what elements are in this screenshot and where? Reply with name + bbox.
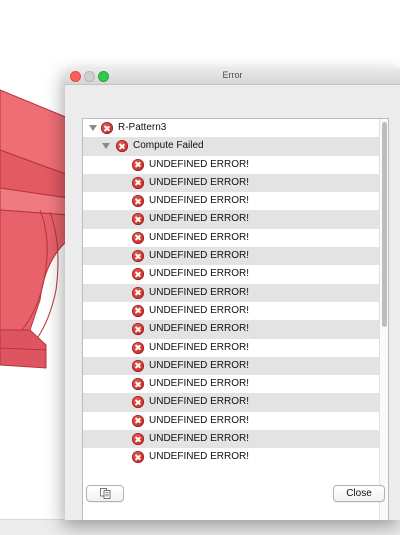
error-item-label: UNDEFINED ERROR! xyxy=(149,359,250,371)
error-icon xyxy=(116,140,128,153)
error-icon xyxy=(132,451,144,464)
error-item-label: UNDEFINED ERROR! xyxy=(149,250,250,262)
error-icon xyxy=(132,414,144,427)
scrollbar-thumb[interactable] xyxy=(382,122,387,327)
error-icon xyxy=(132,396,144,409)
tree-row-error[interactable]: UNDEFINED ERROR! xyxy=(83,393,379,412)
copy-icon xyxy=(100,488,111,499)
window-title: Error xyxy=(222,70,243,80)
tree-row-error[interactable]: UNDEFINED ERROR! xyxy=(83,192,379,210)
vertical-scrollbar[interactable] xyxy=(379,119,388,520)
tree-row-error[interactable]: UNDEFINED ERROR! xyxy=(83,412,379,430)
error-icon xyxy=(132,378,144,391)
error-icon xyxy=(132,323,144,336)
error-icon xyxy=(101,122,113,134)
tree-row-error[interactable]: UNDEFINED ERROR! xyxy=(83,247,379,266)
error-item-label: UNDEFINED ERROR! xyxy=(149,213,250,225)
error-dialog: Error R-Pattern3 Compute Failed UNDEFINE… xyxy=(65,68,400,520)
error-item-label: UNDEFINED ERROR! xyxy=(149,176,250,188)
error-icon xyxy=(132,286,144,299)
error-item-label: UNDEFINED ERROR! xyxy=(149,231,250,243)
tree-row-error[interactable]: UNDEFINED ERROR! xyxy=(83,375,379,393)
tree-row-root[interactable]: R-Pattern3 xyxy=(83,119,379,137)
error-icon xyxy=(132,341,144,354)
tree-row-error[interactable]: UNDEFINED ERROR! xyxy=(83,283,379,302)
error-item-label: UNDEFINED ERROR! xyxy=(149,304,250,316)
error-item-label: UNDEFINED ERROR! xyxy=(149,414,250,426)
error-icon xyxy=(132,231,144,244)
disclosure-triangle-icon[interactable] xyxy=(89,125,97,131)
error-icon xyxy=(132,250,144,263)
dialog-titlebar[interactable]: Error xyxy=(65,68,400,85)
error-item-label: UNDEFINED ERROR! xyxy=(149,286,250,298)
error-item-label: UNDEFINED ERROR! xyxy=(149,396,250,408)
tree-row-error[interactable]: UNDEFINED ERROR! xyxy=(83,229,379,247)
error-icon xyxy=(132,158,144,171)
error-icon xyxy=(132,176,144,189)
error-tree-view[interactable]: R-Pattern3 Compute Failed UNDEFINED ERRO… xyxy=(82,118,389,520)
tree-row-error[interactable]: UNDEFINED ERROR! xyxy=(83,430,379,449)
tree-row-error[interactable]: UNDEFINED ERROR! xyxy=(83,156,379,174)
error-item-label: UNDEFINED ERROR! xyxy=(149,433,250,445)
error-icon xyxy=(132,268,144,281)
tree-row-group[interactable]: Compute Failed xyxy=(83,137,379,156)
tree-row-error[interactable]: UNDEFINED ERROR! xyxy=(83,320,379,339)
error-item-label: UNDEFINED ERROR! xyxy=(149,378,250,390)
tree-row-error[interactable]: UNDEFINED ERROR! xyxy=(83,339,379,357)
error-icon xyxy=(132,195,144,208)
error-item-label: UNDEFINED ERROR! xyxy=(149,451,250,463)
error-icon xyxy=(132,304,144,317)
error-icon xyxy=(132,213,144,226)
error-icon xyxy=(132,433,144,446)
error-item-label: UNDEFINED ERROR! xyxy=(149,341,250,353)
tree-row-error[interactable]: UNDEFINED ERROR! xyxy=(83,356,379,376)
error-item-label: UNDEFINED ERROR! xyxy=(149,195,250,207)
error-item-label: UNDEFINED ERROR! xyxy=(149,268,250,280)
tree-root-label: R-Pattern3 xyxy=(118,122,167,133)
copy-button[interactable] xyxy=(86,485,124,502)
error-item-label: UNDEFINED ERROR! xyxy=(149,158,250,170)
close-button[interactable]: Close xyxy=(333,485,385,502)
tree-row-error[interactable]: UNDEFINED ERROR! xyxy=(83,210,379,229)
tree-row-error[interactable]: UNDEFINED ERROR! xyxy=(83,265,379,283)
tree-row-error[interactable]: UNDEFINED ERROR! xyxy=(83,302,379,320)
error-item-label: UNDEFINED ERROR! xyxy=(149,323,250,335)
red-part-model xyxy=(0,89,69,369)
error-icon xyxy=(132,359,144,372)
tree-group-label: Compute Failed xyxy=(133,140,204,152)
tree-row-error[interactable]: UNDEFINED ERROR! xyxy=(83,448,379,466)
tree-row-error[interactable]: UNDEFINED ERROR! xyxy=(83,173,379,193)
disclosure-triangle-icon[interactable] xyxy=(102,143,110,150)
app-status-bar xyxy=(0,519,400,535)
